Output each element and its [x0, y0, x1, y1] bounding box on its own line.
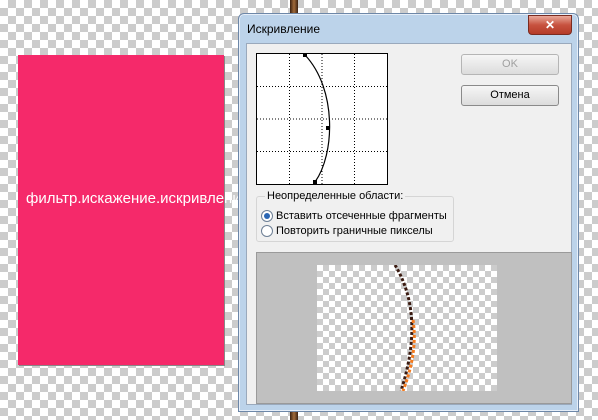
radio-button-unchecked[interactable] — [261, 225, 273, 238]
canvas-image: фильтр.искажение.искривление. — [18, 55, 254, 365]
ok-button[interactable]: OK — [461, 54, 559, 75]
canvas-text: фильтр.искажение.искривление. — [26, 190, 254, 207]
dialog-body: OK Отмена Неопределенные области: Встави… — [246, 43, 572, 405]
curve-point-top[interactable] — [303, 53, 307, 57]
radio-wrap-around[interactable]: Вставить отсеченные фрагменты — [261, 209, 447, 223]
radio-label-repeat-edge: Повторить граничные пикселы — [276, 225, 433, 237]
preview-image — [317, 264, 497, 392]
background-rod-top — [290, 0, 298, 14]
radio-label-wrap-around: Вставить отсеченные фрагменты — [276, 210, 447, 222]
cancel-button[interactable]: Отмена — [461, 85, 559, 106]
preview-area — [256, 252, 572, 404]
curve-point-bottom[interactable] — [313, 180, 317, 184]
preview-sheared-edge — [393, 264, 416, 392]
dialog-title: Искривление — [247, 22, 321, 36]
radio-repeat-edge[interactable]: Повторить граничные пикселы — [261, 224, 433, 238]
radio-button-checked[interactable] — [261, 210, 273, 223]
title-bar[interactable]: Искривление ✕ — [239, 14, 578, 42]
shear-dialog: Искривление ✕ OK Отмена Неопределенные о… — [238, 13, 579, 412]
close-icon: ✕ — [544, 18, 556, 32]
curve-point-middle[interactable] — [326, 126, 330, 130]
undefined-areas-title: Неопределенные области: — [265, 190, 406, 202]
curve-grid — [257, 53, 387, 184]
undefined-areas-group: Неопределенные области: Вставить отсечен… — [256, 190, 454, 242]
close-button[interactable]: ✕ — [528, 15, 572, 35]
curve-editor[interactable] — [256, 53, 388, 185]
